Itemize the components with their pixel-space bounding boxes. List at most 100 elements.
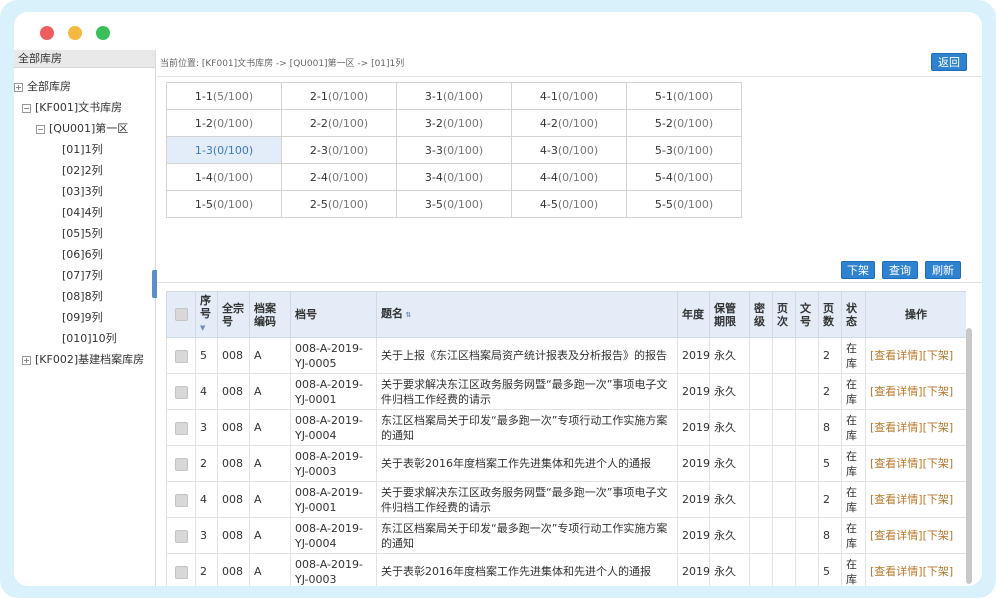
maximize-window-icon[interactable] <box>96 26 110 40</box>
view-details-link[interactable]: [查看详情] <box>870 493 923 506</box>
shelf-cell[interactable]: 2-2(0/100) <box>281 109 397 137</box>
unshelve-link[interactable]: [下架] <box>923 529 954 542</box>
shelf-cell[interactable]: 5-3(0/100) <box>626 136 742 164</box>
select-all-checkbox[interactable] <box>174 308 188 322</box>
shelf-cell[interactable]: 1-2(0/100) <box>166 109 282 137</box>
col-archive-number-header[interactable]: 档号 <box>290 291 377 338</box>
shelf-cell[interactable]: 4-2(0/100) <box>511 109 627 137</box>
shelf-cell[interactable]: 4-3(0/100) <box>511 136 627 164</box>
unshelve-button[interactable]: 下架 <box>841 261 875 279</box>
col-doc-number-header[interactable]: 文号 <box>795 291 819 338</box>
shelf-cell[interactable]: 5-2(0/100) <box>626 109 742 137</box>
view-details-link[interactable]: [查看详情] <box>870 565 923 578</box>
tree-node[interactable]: − [KF001]文书库房 <box>22 99 122 117</box>
tree-node[interactable]: + [KF002]基建档案库房 <box>22 351 144 369</box>
shelf-cell[interactable]: 5-1(0/100) <box>626 82 742 110</box>
table-row[interactable]: 2 008 A 008-A-2019-YJ-0003 关于表彰2016年度档案工作先进集… <box>166 553 966 586</box>
shelf-cell[interactable]: 2-3(0/100) <box>281 136 397 164</box>
col-code-header[interactable]: 档案编码 <box>249 291 291 338</box>
col-secret-header[interactable]: 密级 <box>749 291 773 338</box>
shelf-cell[interactable]: 3-5(0/100) <box>396 190 512 218</box>
shelf-cell[interactable]: 3-1(0/100) <box>396 82 512 110</box>
col-fonds-header[interactable]: 全宗号 <box>217 291 250 338</box>
unshelve-link[interactable]: [下架] <box>923 385 954 398</box>
tree-node[interactable]: [08]8列 <box>62 288 103 306</box>
row-checkbox[interactable] <box>174 421 188 435</box>
row-checkbox[interactable] <box>174 385 188 399</box>
shelf-cell[interactable]: 5-4(0/100) <box>626 163 742 191</box>
view-details-link[interactable]: [查看详情] <box>870 385 923 398</box>
view-details-link[interactable]: [查看详情] <box>870 421 923 434</box>
shelf-cell[interactable]: 4-5(0/100) <box>511 190 627 218</box>
unshelve-link[interactable]: [下架] <box>923 457 954 470</box>
tree-node[interactable]: [05]5列 <box>62 225 103 243</box>
header-label: 保管期限 <box>714 301 736 328</box>
collapse-icon[interactable]: − <box>22 103 31 113</box>
row-checkbox[interactable] <box>174 349 188 363</box>
cell-doc <box>795 517 819 554</box>
shelf-cell-number: 1-3 <box>194 143 213 157</box>
tree-node[interactable]: [07]7列 <box>62 267 103 285</box>
expand-icon[interactable]: + <box>14 82 23 92</box>
shelf-cell[interactable]: 3-3(0/100) <box>396 136 512 164</box>
shelf-cell[interactable]: 5-5(0/100) <box>626 190 742 218</box>
table-row[interactable]: 3 008 A 008-A-2019-YJ-0004 东江区档案局关于印发“最多跑一次”… <box>166 517 966 554</box>
tree-node[interactable]: [01]1列 <box>62 141 103 159</box>
row-checkbox[interactable] <box>174 529 188 543</box>
collapse-icon[interactable]: − <box>36 124 45 134</box>
unshelve-link[interactable]: [下架] <box>923 565 954 578</box>
shelf-cell[interactable]: 1-3(0/100) <box>166 136 282 164</box>
col-page-header[interactable]: 页次 <box>772 291 796 338</box>
unshelve-link[interactable]: [下架] <box>923 493 954 506</box>
table-row[interactable]: 2 008 A 008-A-2019-YJ-0003 关于表彰2016年度档案工作先进集… <box>166 445 966 482</box>
expand-icon[interactable]: + <box>22 355 31 365</box>
sort-icon[interactable]: ▼ <box>200 324 205 332</box>
refresh-button[interactable]: 刷新 <box>925 261 961 279</box>
tree-node[interactable]: [010]10列 <box>62 330 117 348</box>
tree-node[interactable]: [09]9列 <box>62 309 103 327</box>
view-details-link[interactable]: [查看详情] <box>870 349 923 362</box>
view-details-link[interactable]: [查看详情] <box>870 457 923 470</box>
shelf-cell[interactable]: 4-1(0/100) <box>511 82 627 110</box>
back-button[interactable]: 返回 <box>931 53 967 71</box>
tree-node[interactable]: + 全部库房 <box>14 78 71 96</box>
shelf-cell-count: (0/100) <box>557 197 599 211</box>
close-window-icon[interactable] <box>40 26 54 40</box>
col-operation-header[interactable]: 操作 <box>865 291 966 338</box>
shelf-cell[interactable]: 2-5(0/100) <box>281 190 397 218</box>
row-checkbox[interactable] <box>174 457 188 471</box>
tree-node[interactable]: − [QU001]第一区 <box>36 120 128 138</box>
shelf-cell[interactable]: 3-4(0/100) <box>396 163 512 191</box>
row-checkbox[interactable] <box>174 565 188 579</box>
col-seq-header[interactable]: 序号 ▼ <box>195 291 218 338</box>
tree-node[interactable]: [03]3列 <box>62 183 103 201</box>
shelf-cell[interactable]: 4-4(0/100) <box>511 163 627 191</box>
row-checkbox[interactable] <box>174 493 188 507</box>
unshelve-link[interactable]: [下架] <box>923 349 954 362</box>
table-row[interactable]: 5 008 A 008-A-2019-YJ-0005 关于上报《东江区档案局资产统计报表… <box>166 337 966 374</box>
tree-node[interactable]: [04]4列 <box>62 204 103 222</box>
unshelve-link[interactable]: [下架] <box>923 421 954 434</box>
shelf-cell[interactable]: 2-4(0/100) <box>281 163 397 191</box>
col-status-header[interactable]: 状态 <box>841 291 866 338</box>
col-year-header[interactable]: 年度 <box>677 291 710 338</box>
col-title-header[interactable]: 题名 ⇅ <box>376 291 678 338</box>
minimize-window-icon[interactable] <box>68 26 82 40</box>
shelf-cell[interactable]: 1-4(0/100) <box>166 163 282 191</box>
view-details-link[interactable]: [查看详情] <box>870 529 923 542</box>
shelf-cell[interactable]: 3-2(0/100) <box>396 109 512 137</box>
select-all-checkbox-header[interactable] <box>166 291 196 338</box>
table-row[interactable]: 3 008 A 008-A-2019-YJ-0004 东江区档案局关于印发“最多跑一次”… <box>166 409 966 446</box>
tree-node[interactable]: [06]6列 <box>62 246 103 264</box>
col-pages-header[interactable]: 页数 <box>818 291 842 338</box>
query-button[interactable]: 查询 <box>882 261 918 279</box>
col-period-header[interactable]: 保管期限 <box>709 291 750 338</box>
shelf-cell[interactable]: 1-1(5/100) <box>166 82 282 110</box>
table-row[interactable]: 4 008 A 008-A-2019-YJ-0001 关于要求解决东江区政务服务网暨“最… <box>166 481 966 518</box>
sort-icon[interactable]: ⇅ <box>403 311 411 319</box>
shelf-cell[interactable]: 1-5(0/100) <box>166 190 282 218</box>
table-scrollbar[interactable] <box>966 328 972 584</box>
tree-node[interactable]: [02]2列 <box>62 162 103 180</box>
shelf-cell[interactable]: 2-1(0/100) <box>281 82 397 110</box>
table-row[interactable]: 4 008 A 008-A-2019-YJ-0001 关于要求解决东江区政务服务网暨“最… <box>166 373 966 410</box>
